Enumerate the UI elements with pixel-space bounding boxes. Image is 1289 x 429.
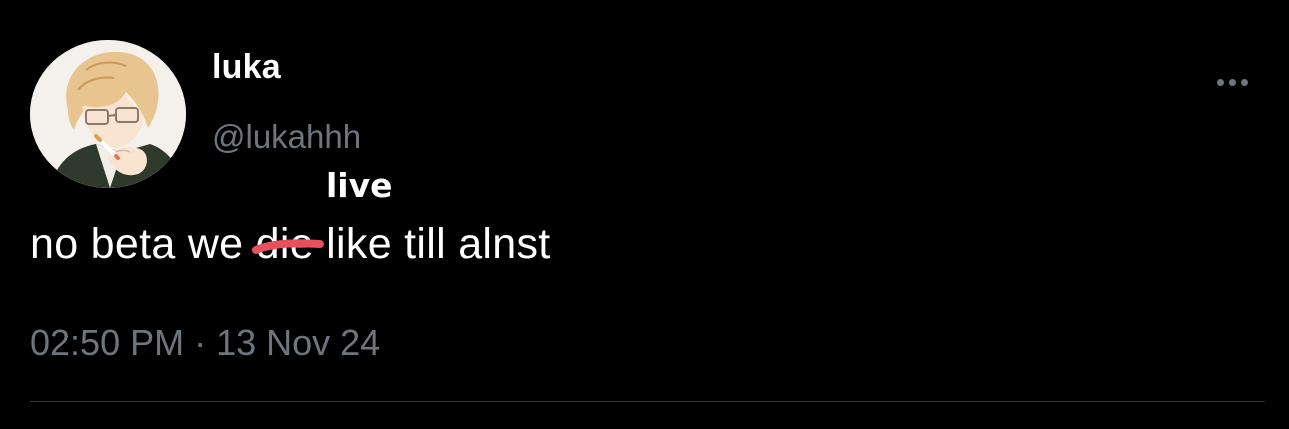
struck-word: die [251,220,324,269]
more-horizontal-icon-dot-2 [1228,78,1236,86]
tweet-text-before: no beta we [30,220,256,268]
tweet: luka @lukahhh live no beta we die like t… [0,0,1289,429]
tweet-text: no beta we die like till alnst [30,220,551,269]
edit-correction-label: live [326,166,393,205]
divider [30,401,1265,402]
struck-word-text: die [255,220,314,268]
avatar[interactable] [30,40,186,188]
tweet-timestamp[interactable]: 02:50 PM · 13 Nov 24 [30,322,380,364]
user-handle[interactable]: @lukahhh [212,118,361,156]
more-horizontal-icon [1216,78,1224,86]
more-options-button[interactable] [1210,66,1254,98]
tweet-text-after: like till alnst [313,220,551,268]
avatar-illustration [30,40,186,188]
more-horizontal-icon-dot-3 [1240,78,1248,86]
display-name[interactable]: luka [212,48,281,87]
